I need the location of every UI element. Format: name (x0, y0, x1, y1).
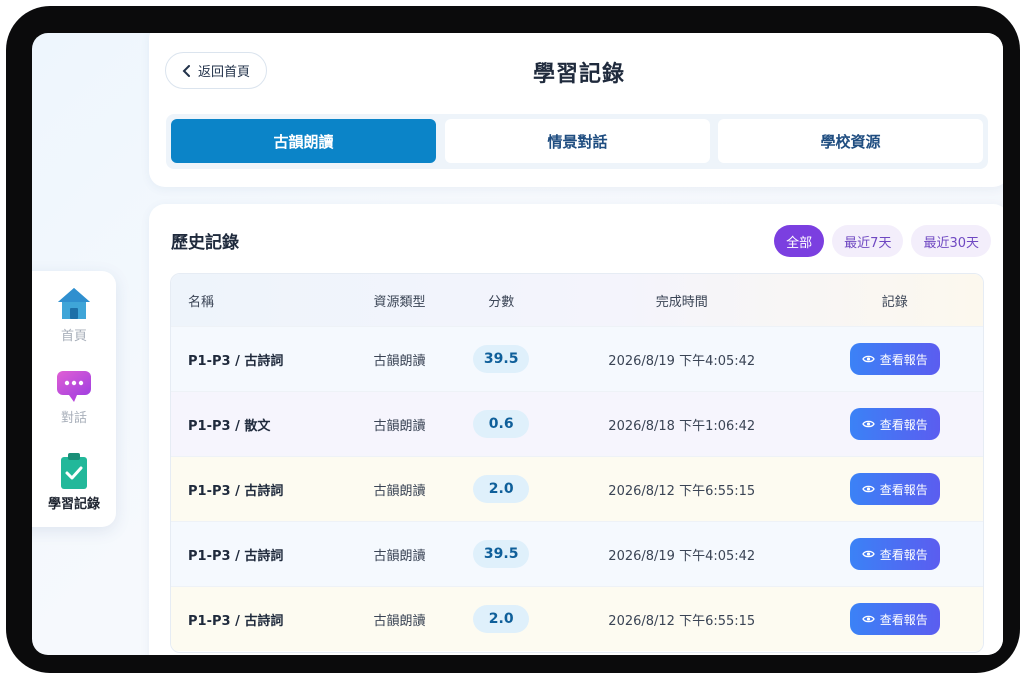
row-name: P1-P3 / 古詩詞 (188, 613, 284, 629)
sidebar-nav: 首頁 對話 學習記錄 (32, 271, 116, 527)
view-report-label: 查看報告 (879, 612, 928, 627)
row-time: 2026/8/12 下午6:55:15 (608, 613, 756, 629)
view-report-label: 查看報告 (879, 547, 928, 562)
row-type: 古韻朗讀 (373, 613, 426, 629)
nav-label-chat: 對話 (60, 411, 87, 426)
eye-icon (861, 550, 875, 558)
view-report-label: 查看報告 (879, 352, 928, 367)
tab-scenario-dialogue[interactable]: 情景對話 (445, 119, 710, 163)
col-header-type: 資源類型 (373, 294, 426, 310)
score-badge: 39.5 (473, 345, 530, 373)
col-header-name: 名稱 (188, 294, 215, 310)
score-badge: 39.5 (473, 540, 530, 568)
row-time: 2026/8/12 下午6:55:15 (608, 483, 756, 499)
view-report-button[interactable]: 查看報告 (849, 408, 940, 440)
clipboard-check-icon (61, 453, 87, 489)
filter-7-days[interactable]: 最近7天 (832, 225, 904, 257)
tab-bar: 古韻朗讀 情景對話 學校資源 (166, 114, 988, 169)
view-report-label: 查看報告 (879, 417, 928, 432)
row-name: P1-P3 / 古詩詞 (188, 548, 284, 564)
eye-icon (861, 420, 875, 428)
home-icon (58, 288, 90, 319)
filter-group: 全部 最近7天 最近30天 (774, 225, 991, 257)
row-time: 2026/8/18 下午1:06:42 (608, 418, 756, 434)
row-type: 古韻朗讀 (373, 548, 426, 564)
history-title: 歷史記錄 (171, 233, 239, 253)
chat-icon (57, 371, 91, 402)
row-type: 古韻朗讀 (373, 483, 426, 499)
row-time: 2026/8/19 下午4:05:42 (608, 353, 756, 369)
score-badge: 0.6 (473, 410, 530, 438)
view-report-button[interactable]: 查看報告 (849, 603, 940, 635)
history-card: 歷史記錄 全部 最近7天 最近30天 名稱 資源類型 分數 完成時間 記錄 P1… (149, 204, 1003, 655)
row-name: P1-P3 / 古詩詞 (188, 483, 284, 499)
nav-item-chat[interactable]: 對話 (32, 369, 116, 426)
app-screen: 首頁 對話 學習記錄 返回首頁 學習記錄 古韻朗讀 情景對話 學校資源 歷史記錄… (32, 33, 1003, 655)
history-table: 名稱 資源類型 分數 完成時間 記錄 P1-P3 / 古詩詞 古韻朗讀 39.5… (170, 273, 984, 653)
nav-item-records[interactable]: 學習記錄 (32, 451, 116, 512)
tab-classical-reading[interactable]: 古韻朗讀 (171, 119, 436, 163)
device-frame: 首頁 對話 學習記錄 返回首頁 學習記錄 古韻朗讀 情景對話 學校資源 歷史記錄… (6, 6, 1020, 673)
view-report-button[interactable]: 查看報告 (849, 538, 940, 570)
table-header: 名稱 資源類型 分數 完成時間 記錄 (171, 274, 983, 326)
col-header-time: 完成時間 (655, 294, 708, 310)
eye-icon (861, 485, 875, 493)
row-type: 古韻朗讀 (373, 353, 426, 369)
table-row: P1-P3 / 古詩詞 古韻朗讀 2.0 2026/8/12 下午6:55:15… (171, 586, 983, 651)
tab-school-resources[interactable]: 學校資源 (718, 119, 983, 163)
row-name: P1-P3 / 散文 (188, 418, 271, 434)
filter-30-days[interactable]: 最近30天 (911, 225, 991, 257)
eye-icon (861, 355, 875, 363)
view-report-label: 查看報告 (879, 482, 928, 497)
score-badge: 2.0 (473, 475, 530, 503)
table-row: P1-P3 / 古詩詞 古韻朗讀 39.5 2026/8/19 下午4:05:4… (171, 326, 983, 391)
score-badge: 2.0 (473, 605, 530, 633)
col-header-record: 記錄 (881, 294, 908, 310)
nav-label-records: 學習記錄 (47, 497, 100, 512)
filter-all[interactable]: 全部 (774, 225, 825, 257)
row-name: P1-P3 / 古詩詞 (188, 353, 284, 369)
table-row: P1-P3 / 散文 古韻朗讀 0.6 2026/8/18 下午1:06:42 … (171, 391, 983, 456)
eye-icon (861, 615, 875, 623)
row-type: 古韻朗讀 (373, 418, 426, 434)
header-card: 返回首頁 學習記錄 古韻朗讀 情景對話 學校資源 (149, 33, 1003, 187)
row-time: 2026/8/19 下午4:05:42 (608, 548, 756, 564)
nav-label-home: 首頁 (60, 329, 87, 344)
nav-item-home[interactable]: 首頁 (32, 285, 116, 344)
table-row: P1-P3 / 古詩詞 古韻朗讀 39.5 2026/8/19 下午4:05:4… (171, 521, 983, 586)
page-title: 學習記錄 (532, 62, 625, 87)
view-report-button[interactable]: 查看報告 (849, 473, 940, 505)
table-row: P1-P3 / 古詩詞 古韻朗讀 2.0 2026/8/12 下午6:55:15… (171, 456, 983, 521)
view-report-button[interactable]: 查看報告 (849, 343, 940, 375)
col-header-score: 分數 (488, 294, 515, 310)
